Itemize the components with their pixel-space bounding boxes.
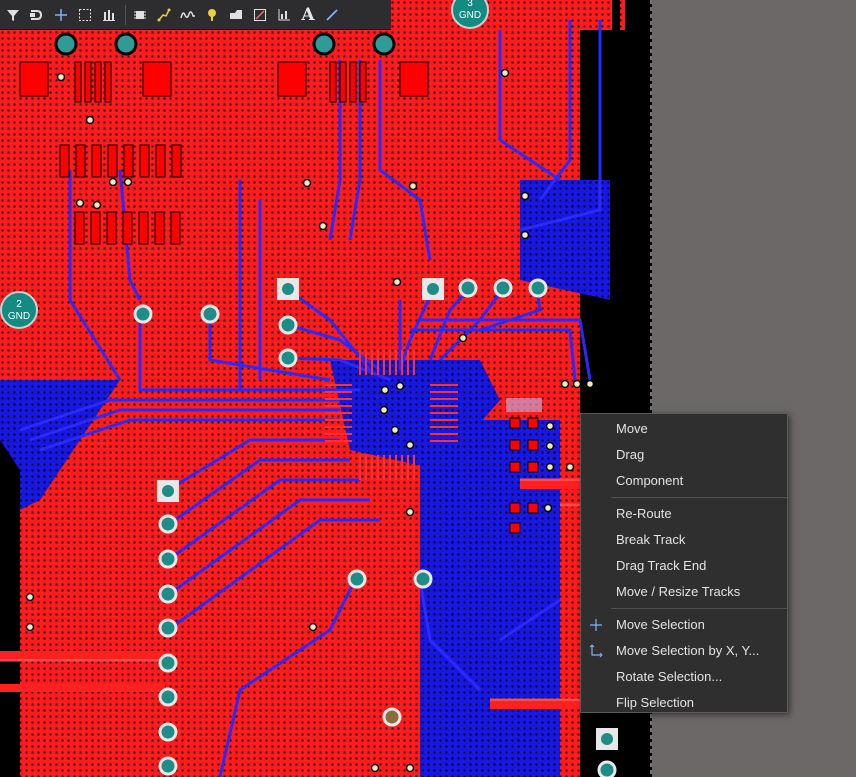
menu-item-flip-selection[interactable]: Flip Selection bbox=[581, 690, 787, 716]
menu-item-label: Move Selection bbox=[616, 617, 705, 632]
menu-separator bbox=[611, 608, 787, 609]
menu-item-rotate-selection[interactable]: Rotate Selection... bbox=[581, 664, 787, 690]
active-toolbar: A bbox=[0, 0, 391, 30]
menu-item-label: Rotate Selection... bbox=[616, 669, 723, 684]
interactive-route-icon[interactable] bbox=[26, 4, 48, 26]
menu-item-re-route[interactable]: Re-Route bbox=[581, 501, 787, 527]
text-icon[interactable]: A bbox=[297, 4, 319, 26]
menu-item-label: Drag bbox=[616, 447, 645, 462]
menu-item-label: Move / Resize Tracks bbox=[616, 584, 741, 599]
menu-item-component[interactable]: Component bbox=[581, 468, 787, 494]
dimension-icon[interactable] bbox=[273, 4, 295, 26]
menu-item-label: Drag Track End bbox=[616, 558, 707, 573]
svg-text:2: 2 bbox=[16, 299, 22, 310]
component-icon[interactable] bbox=[129, 4, 151, 26]
menu-item-drag[interactable]: Drag bbox=[581, 442, 787, 468]
align-icon[interactable] bbox=[98, 4, 120, 26]
menu-item-label: Flip Selection bbox=[616, 695, 695, 710]
menu-item-move-resize-tracks[interactable]: Move / Resize Tracks bbox=[581, 579, 787, 605]
menu-item-label: Re-Route bbox=[616, 506, 672, 521]
menu-item-break-track[interactable]: Break Track bbox=[581, 527, 787, 553]
area-icon[interactable] bbox=[249, 4, 271, 26]
crosshair-icon[interactable] bbox=[50, 4, 72, 26]
bottom-copper-pour bbox=[420, 420, 560, 777]
move-xy-icon bbox=[589, 644, 603, 658]
menu-item-label: Move bbox=[616, 421, 648, 436]
menu-item-label: Move Selection by X, Y... bbox=[616, 643, 760, 658]
filter-icon[interactable] bbox=[2, 4, 24, 26]
net-icon[interactable] bbox=[153, 4, 175, 26]
menu-item-drag-track-end[interactable]: Drag Track End bbox=[581, 553, 787, 579]
svg-text:3: 3 bbox=[467, 0, 473, 9]
menu-item-move[interactable]: Move bbox=[581, 416, 787, 442]
menu-item-move-selection-by-xy[interactable]: Move Selection by X, Y... bbox=[581, 638, 787, 664]
move-cross-icon bbox=[590, 619, 602, 631]
pin-icon[interactable] bbox=[201, 4, 223, 26]
svg-text:GND: GND bbox=[8, 311, 30, 322]
tune-icon[interactable] bbox=[177, 4, 199, 26]
context-menu: Move Drag Component Re-Route Break Track… bbox=[580, 413, 788, 713]
polygon-icon[interactable] bbox=[225, 4, 247, 26]
gnd-mounting-hole-2: 2 GND bbox=[0, 291, 38, 329]
gnd-mounting-hole-3: 3 GND bbox=[451, 0, 489, 29]
svg-text:GND: GND bbox=[459, 10, 481, 21]
menu-separator bbox=[611, 497, 787, 498]
line-icon[interactable] bbox=[321, 4, 343, 26]
select-rect-icon[interactable] bbox=[74, 4, 96, 26]
menu-item-move-selection[interactable]: Move Selection bbox=[581, 612, 787, 638]
menu-item-label: Component bbox=[616, 473, 684, 488]
menu-item-label: Break Track bbox=[616, 532, 686, 547]
toolbar-separator bbox=[125, 4, 126, 25]
